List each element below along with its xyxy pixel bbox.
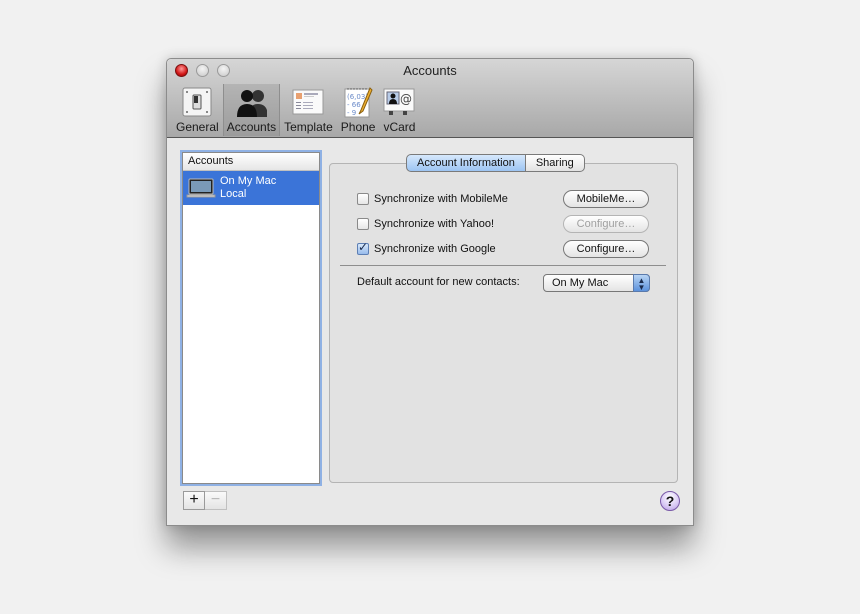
- sync-google-row: Synchronize with Google: [357, 240, 496, 258]
- toolbar-label: Phone: [340, 120, 376, 134]
- add-account-button[interactable]: +: [183, 491, 205, 510]
- sync-mobileme-label: Synchronize with MobileMe: [374, 193, 508, 205]
- vcard-icon: @: [383, 86, 415, 118]
- toolbar-template[interactable]: Template: [280, 84, 337, 136]
- google-configure-button[interactable]: Configure…: [563, 240, 649, 258]
- default-account-label: Default account for new contacts:: [357, 276, 520, 288]
- sync-mobileme-row: Synchronize with MobileMe: [357, 190, 508, 208]
- updown-arrows-icon: ▲ ▼: [633, 274, 650, 292]
- preferences-window: Accounts General Accounts Template (6,03…: [166, 58, 694, 526]
- tab-bar: Account Information Sharing: [406, 154, 585, 172]
- svg-text:- 66: - 66: [347, 101, 361, 109]
- toolbar-vcard[interactable]: @ vCard: [379, 84, 419, 136]
- svg-text:@: @: [400, 92, 412, 106]
- notepad-pencil-icon: (6,03) - 66- 9: [342, 86, 374, 118]
- add-remove-group: + −: [183, 491, 227, 510]
- yahoo-configure-button[interactable]: Configure…: [563, 215, 649, 233]
- toolbar-phone[interactable]: (6,03) - 66- 9 Phone: [337, 84, 380, 136]
- laptop-icon: [186, 176, 216, 200]
- sync-yahoo-checkbox[interactable]: [357, 218, 369, 230]
- card-template-icon: [292, 86, 324, 118]
- tab-account-information[interactable]: Account Information: [406, 154, 526, 172]
- toolbar-label: Template: [284, 120, 333, 134]
- default-account-value: On My Mac: [552, 277, 609, 289]
- help-button[interactable]: ?: [660, 491, 680, 511]
- sync-google-checkbox[interactable]: [357, 240, 369, 255]
- toolbar-accounts[interactable]: Accounts: [222, 84, 281, 136]
- toolbar-label: vCard: [383, 120, 416, 134]
- accounts-list[interactable]: Accounts On My Mac Local: [182, 152, 320, 484]
- tab-sharing[interactable]: Sharing: [525, 154, 585, 172]
- title-bar: Accounts General Accounts Template (6,03…: [167, 59, 693, 138]
- separator: [340, 265, 666, 266]
- accounts-list-header: Accounts: [183, 153, 319, 171]
- toolbar-label: General: [176, 120, 219, 134]
- sync-yahoo-row: Synchronize with Yahoo!: [357, 215, 494, 233]
- tab-view-box: [329, 163, 678, 483]
- mobileme-button[interactable]: MobileMe…: [563, 190, 649, 208]
- toolbar-general[interactable]: General: [172, 84, 223, 136]
- toolbar-label: Accounts: [226, 120, 277, 134]
- remove-account-button[interactable]: −: [205, 491, 227, 510]
- sync-google-label: Synchronize with Google: [374, 243, 496, 255]
- account-subtitle: Local: [220, 188, 247, 200]
- people-icon: [235, 86, 268, 118]
- sync-yahoo-label: Synchronize with Yahoo!: [374, 218, 495, 230]
- window-title: Accounts: [403, 63, 457, 78]
- toolbar: General Accounts Template (6,03) - 66- 9 …: [172, 84, 419, 136]
- content-area: Accounts On My Mac Local + − Account Inf…: [167, 138, 693, 525]
- sync-mobileme-checkbox[interactable]: [357, 193, 369, 205]
- account-name: On My Mac: [220, 175, 277, 187]
- account-item[interactable]: On My Mac Local: [183, 171, 319, 205]
- switch-icon: [181, 86, 213, 118]
- default-account-popup[interactable]: On My Mac ▲ ▼: [543, 274, 650, 292]
- svg-text:- 9: - 9: [347, 109, 356, 117]
